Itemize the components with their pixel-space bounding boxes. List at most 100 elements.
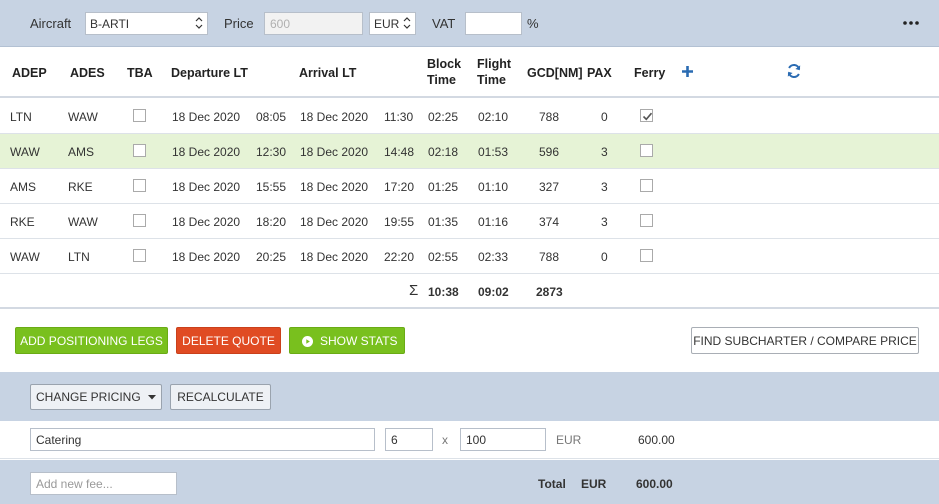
ferry-checkbox[interactable] <box>640 109 653 122</box>
header-block-time-line1: Block <box>427 57 462 71</box>
refresh-icon[interactable] <box>786 63 802 79</box>
leg-departure-time[interactable]: 15:55 <box>256 180 286 194</box>
leg-arrival-time[interactable]: 11:30 <box>384 110 413 124</box>
total-gcd: 2873 <box>536 285 563 299</box>
total-flight-time: 09:02 <box>478 285 509 299</box>
leg-row[interactable]: WAW AMS 18 Dec 2020 12:30 18 Dec 2020 14… <box>0 134 939 169</box>
leg-departure-time[interactable]: 18:20 <box>256 215 286 229</box>
leg-departure-time[interactable]: 20:25 <box>256 250 286 264</box>
leg-pax[interactable]: 3 <box>601 215 608 229</box>
new-fee-input[interactable]: Add new fee... <box>30 472 177 495</box>
fee-unit-price-input[interactable]: 100 <box>460 428 546 451</box>
leg-arrival-date[interactable]: 18 Dec 2020 <box>300 250 368 264</box>
tba-checkbox[interactable] <box>133 179 146 192</box>
show-stats-button[interactable]: SHOW STATS <box>289 327 405 354</box>
aircraft-select[interactable]: B-ARTI <box>85 12 208 35</box>
leg-gcd: 788 <box>539 110 560 124</box>
leg-row[interactable]: LTN WAW 18 Dec 2020 08:05 18 Dec 2020 11… <box>0 99 939 134</box>
total-block-time: 10:38 <box>428 285 459 299</box>
leg-ades: RKE <box>68 180 93 194</box>
tba-checkbox[interactable] <box>133 144 146 157</box>
leg-departure-date[interactable]: 18 Dec 2020 <box>172 215 240 229</box>
leg-arrival-date[interactable]: 18 Dec 2020 <box>300 110 368 124</box>
leg-arrival-date[interactable]: 18 Dec 2020 <box>300 180 368 194</box>
price-label: Price <box>224 16 254 31</box>
ferry-checkbox[interactable] <box>640 144 653 157</box>
change-pricing-label: CHANGE PRICING <box>35 390 141 404</box>
currency-select-value: EUR <box>374 17 400 31</box>
fee-row: Catering 6 x 100 EUR 600.00 <box>0 421 939 459</box>
ferry-checkbox[interactable] <box>640 249 653 262</box>
add-positioning-legs-button[interactable]: ADD POSITIONING LEGS <box>15 327 168 354</box>
add-leg-icon[interactable] <box>681 65 694 78</box>
tba-checkbox[interactable] <box>133 214 146 227</box>
leg-departure-date[interactable]: 18 Dec 2020 <box>172 110 240 124</box>
recalculate-button[interactable]: RECALCULATE <box>170 384 271 410</box>
leg-gcd: 596 <box>539 145 560 159</box>
price-input[interactable]: 600 <box>264 12 363 35</box>
fee-name-value: Catering <box>36 433 82 447</box>
leg-pax[interactable]: 0 <box>601 250 608 264</box>
leg-departure-date[interactable]: 18 Dec 2020 <box>172 250 240 264</box>
change-pricing-button[interactable]: CHANGE PRICING <box>30 384 162 410</box>
leg-pax[interactable]: 3 <box>601 180 608 194</box>
leg-arrival-time[interactable]: 22:20 <box>384 250 414 264</box>
currency-select[interactable]: EUR <box>369 12 416 35</box>
checkmark-icon <box>642 112 653 121</box>
leg-block-time: 02:25 <box>428 110 459 124</box>
header-tba: TBA <box>127 66 153 80</box>
leg-adep: WAW <box>10 145 40 159</box>
find-subcharter-button[interactable]: FIND SUBCHARTER / COMPARE PRICE <box>691 327 919 354</box>
caret-down-icon <box>148 395 157 400</box>
leg-arrival-time[interactable]: 17:20 <box>384 180 414 194</box>
delete-quote-button[interactable]: DELETE QUOTE <box>176 327 281 354</box>
header-flight-time-line1: Flight <box>477 57 512 71</box>
leg-arrival-time[interactable]: 19:55 <box>384 215 414 229</box>
leg-block-time: 01:35 <box>428 215 459 229</box>
pricing-toolbar: CHANGE PRICING RECALCULATE <box>0 372 939 421</box>
leg-arrival-date[interactable]: 18 Dec 2020 <box>300 215 368 229</box>
header-departure: Departure LT <box>171 66 248 80</box>
fees-footer: Add new fee... Total EUR 600.00 <box>0 460 939 504</box>
vat-input[interactable] <box>465 12 522 35</box>
leg-flight-time: 01:53 <box>478 145 509 159</box>
legs-table-header: ADEP ADES TBA Departure LT Arrival LT Bl… <box>0 48 939 98</box>
header-ferry: Ferry <box>634 66 666 80</box>
leg-pax[interactable]: 0 <box>601 110 608 124</box>
ferry-checkbox[interactable] <box>640 179 653 192</box>
tba-checkbox[interactable] <box>133 109 146 122</box>
leg-ades: LTN <box>68 250 90 264</box>
header-pax: PAX <box>587 66 612 80</box>
leg-arrival-date[interactable]: 18 Dec 2020 <box>300 145 368 159</box>
leg-departure-time[interactable]: 08:05 <box>256 110 286 124</box>
fee-currency: EUR <box>556 433 582 447</box>
leg-departure-date[interactable]: 18 Dec 2020 <box>172 145 240 159</box>
leg-adep: LTN <box>10 110 32 124</box>
select-arrows-icon <box>403 17 411 29</box>
fee-name-input[interactable]: Catering <box>30 428 375 451</box>
leg-departure-date[interactable]: 18 Dec 2020 <box>172 180 240 194</box>
leg-ades: WAW <box>68 215 98 229</box>
leg-row[interactable]: WAW LTN 18 Dec 2020 20:25 18 Dec 2020 22… <box>0 239 939 274</box>
sum-symbol: Σ <box>409 282 419 299</box>
header-adep: ADEP <box>12 66 47 80</box>
tba-checkbox[interactable] <box>133 249 146 262</box>
leg-pax[interactable]: 3 <box>601 145 608 159</box>
leg-gcd: 327 <box>539 180 560 194</box>
leg-adep: AMS <box>10 180 37 194</box>
play-circle-icon <box>302 336 313 347</box>
ferry-checkbox[interactable] <box>640 214 653 227</box>
leg-arrival-time[interactable]: 14:48 <box>384 145 414 159</box>
more-options-icon[interactable] <box>903 21 919 25</box>
leg-flight-time: 01:10 <box>478 180 509 194</box>
fee-quantity-value: 6 <box>391 433 398 447</box>
leg-ades: WAW <box>68 110 98 124</box>
leg-gcd: 788 <box>539 250 560 264</box>
aircraft-label: Aircraft <box>30 16 72 31</box>
leg-block-time: 01:25 <box>428 180 459 194</box>
fee-quantity-input[interactable]: 6 <box>385 428 433 451</box>
total-label: Total <box>538 477 566 491</box>
leg-row[interactable]: AMS RKE 18 Dec 2020 15:55 18 Dec 2020 17… <box>0 169 939 204</box>
leg-row[interactable]: RKE WAW 18 Dec 2020 18:20 18 Dec 2020 19… <box>0 204 939 239</box>
leg-departure-time[interactable]: 12:30 <box>256 145 286 159</box>
